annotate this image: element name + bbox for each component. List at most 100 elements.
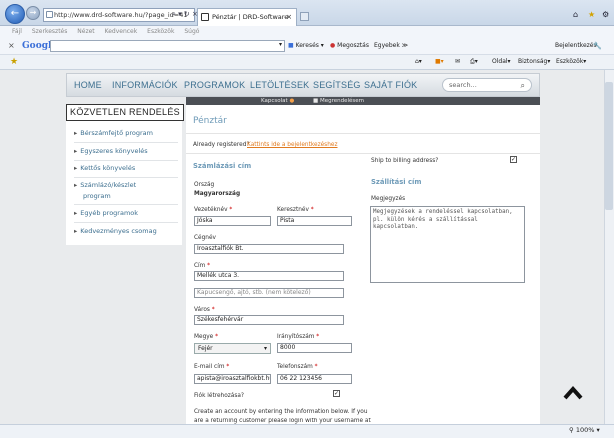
tab-close-icon[interactable]: × — [286, 9, 292, 25]
search-icon: ■ — [288, 42, 294, 49]
last-name-label: Vezetéknév * — [194, 207, 233, 213]
create-account-text: Create an account by entering the inform… — [194, 409, 368, 415]
search-icon[interactable]: ⌕ — [172, 10, 176, 18]
create-account-label: Fiók létrehozása? — [194, 393, 245, 399]
signin-button[interactable]: Bejelentkezés — [555, 42, 597, 49]
forward-button[interactable]: → — [26, 6, 40, 20]
sidebar-item-other[interactable]: ▸ Egyéb programok — [74, 208, 178, 218]
toolbar-close-icon[interactable]: × — [8, 41, 15, 50]
address-tools[interactable]: ⌕ ▾ ↻ × — [172, 10, 198, 19]
subnav-contact[interactable]: Kapcsolat ● — [261, 97, 294, 105]
address2-input[interactable]: Kapucsengő, ajtó, stb. (nem kötelező) — [194, 288, 344, 298]
country-label: Ország — [194, 182, 215, 188]
settings-gear-icon[interactable]: ⚙ — [602, 10, 609, 19]
nav-downloads[interactable]: LETÖLTÉSEK — [250, 80, 309, 90]
page-menu[interactable]: Oldal▾ — [492, 58, 511, 65]
billing-header: Számlázási cím — [193, 162, 252, 170]
sidebar-item-single-entry[interactable]: ▸ Egyszeres könyvelés — [74, 146, 178, 156]
divider — [74, 160, 178, 161]
refresh-icon[interactable]: ↻ — [184, 10, 190, 18]
google-search-button[interactable]: ■ Keresés ▾ — [288, 42, 324, 49]
share-icon: ● — [330, 42, 336, 49]
arrow-icon: ▸ — [74, 129, 78, 137]
menu-favorites[interactable]: Kedvencek — [105, 28, 138, 35]
chevron-down-icon: ▾ — [263, 345, 267, 352]
scroll-to-top-icon[interactable] — [563, 384, 583, 400]
safety-menu[interactable]: Biztonság▾ — [518, 58, 550, 65]
city-label: Város * — [194, 307, 215, 313]
menu-file[interactable]: Fájl — [12, 28, 22, 35]
user-icon: ■ — [313, 98, 319, 104]
more-button[interactable]: Egyebek ≫ — [374, 42, 408, 49]
company-input[interactable]: Iroasztalfiók Bt. — [194, 244, 344, 254]
address-input[interactable]: Mellék utca 3. — [194, 271, 344, 281]
nav-help[interactable]: SEGÍTSÉG — [313, 80, 361, 90]
nav-my-account[interactable]: SAJÁT FIÓK — [364, 80, 417, 90]
home-icon[interactable]: ⌂ — [573, 10, 578, 19]
zip-input[interactable]: 8000 — [277, 343, 352, 353]
sidebar-title: KÖZVETLEN RENDELÉS — [66, 104, 184, 121]
ship-to-billing-checkbox[interactable]: ✓ — [510, 156, 517, 163]
divider — [186, 153, 540, 154]
back-button[interactable]: ← — [5, 4, 25, 24]
scrollbar-thumb[interactable] — [605, 82, 613, 210]
nav-programs[interactable]: PROGRAMOK — [184, 80, 245, 90]
favorites-star-icon[interactable]: ★ — [588, 10, 595, 19]
first-name-label: Keresztnév * — [277, 207, 314, 213]
create-account-checkbox[interactable]: ✓ — [333, 390, 340, 397]
email-label: E-mail cím * — [194, 364, 230, 370]
sidebar-item-invoicing[interactable]: ▸ Számlázó/készlet — [74, 180, 178, 190]
divider — [74, 142, 178, 143]
county-label: Megye * — [194, 334, 218, 340]
sidebar-item-discount[interactable]: ▸ Kedvezményes csomag — [74, 226, 178, 236]
browser-tab[interactable]: Pénztár | DRD-Software × — [197, 8, 297, 26]
sidebar — [66, 105, 182, 245]
shipping-header: Szállítási cím — [371, 178, 422, 186]
divider — [186, 133, 540, 134]
search-icon[interactable]: ⌕ — [521, 80, 525, 92]
menu-view[interactable]: Nézet — [77, 28, 94, 35]
menu-help[interactable]: Súgó — [184, 28, 199, 35]
nav-info[interactable]: INFORMÁCIÓK — [112, 80, 178, 90]
site-search-input[interactable]: search... ⌕ — [442, 78, 532, 92]
email-input[interactable]: apista@iroasztalfiokbt.hu — [194, 374, 271, 384]
notes-textarea[interactable]: Megjegyzések a rendeléssel kapcsolatban,… — [370, 206, 525, 283]
zoom-control[interactable]: ⚲ 100% ▾ — [569, 426, 600, 434]
city-input[interactable]: Székesfehérvár — [194, 315, 344, 325]
home-icon[interactable]: ⌂▾ — [415, 58, 422, 65]
new-tab-button[interactable] — [300, 12, 309, 21]
first-name-input[interactable]: Pista — [277, 216, 352, 226]
dropdown-icon[interactable]: ▾ — [279, 41, 282, 48]
arrow-icon: ▸ — [74, 209, 78, 217]
company-label: Cégnév — [194, 235, 216, 241]
county-select[interactable]: Fejér ▾ — [194, 343, 271, 354]
zoom-icon: ⚲ — [569, 426, 574, 434]
sidebar-item-double-entry[interactable]: ▸ Kettős könyvelés — [74, 163, 178, 173]
nav-home[interactable]: HOME — [74, 80, 102, 90]
menu-bar: Fájl Szerkesztés Nézet Kedvencek Eszközö… — [0, 26, 614, 38]
phone-input[interactable]: 06 22 123456 — [277, 374, 352, 384]
page-icon — [46, 11, 53, 18]
phone-label: Telefonszám * — [277, 364, 318, 370]
divider — [74, 222, 178, 223]
address-text: http://www.drd-software.hu/?page_id=41 — [54, 11, 188, 19]
subnav-my-order[interactable]: ■ Megrendelésem — [313, 97, 364, 105]
sidebar-item-invoicing-2[interactable]: program — [74, 191, 178, 201]
print-icon[interactable]: ⎙▾ — [470, 58, 478, 66]
dropdown-icon[interactable]: ▾ — [178, 10, 182, 18]
rss-icon[interactable]: ■▾ — [435, 58, 444, 65]
address-label: Cím * — [194, 263, 211, 269]
login-link[interactable]: Kattints ide a bejelentkezéshez — [247, 142, 338, 148]
favorites-add-icon[interactable]: ★ — [10, 57, 18, 67]
sidebar-item-payroll[interactable]: ▸ Bérszámfejtő program — [74, 128, 178, 138]
share-button[interactable]: ● Megosztás — [330, 42, 369, 49]
menu-tools[interactable]: Eszközök — [147, 28, 174, 35]
wrench-icon[interactable]: 🔧 — [593, 42, 602, 50]
arrow-icon: ▸ — [74, 147, 78, 155]
menu-edit[interactable]: Szerkesztés — [32, 28, 68, 35]
tools-menu[interactable]: Eszközök▾ — [556, 58, 586, 65]
last-name-input[interactable]: Jóska — [194, 216, 271, 226]
google-search-input[interactable]: ▾ — [50, 40, 285, 52]
mail-icon[interactable]: ✉ — [455, 58, 460, 65]
arrow-icon: ▸ — [74, 227, 78, 235]
